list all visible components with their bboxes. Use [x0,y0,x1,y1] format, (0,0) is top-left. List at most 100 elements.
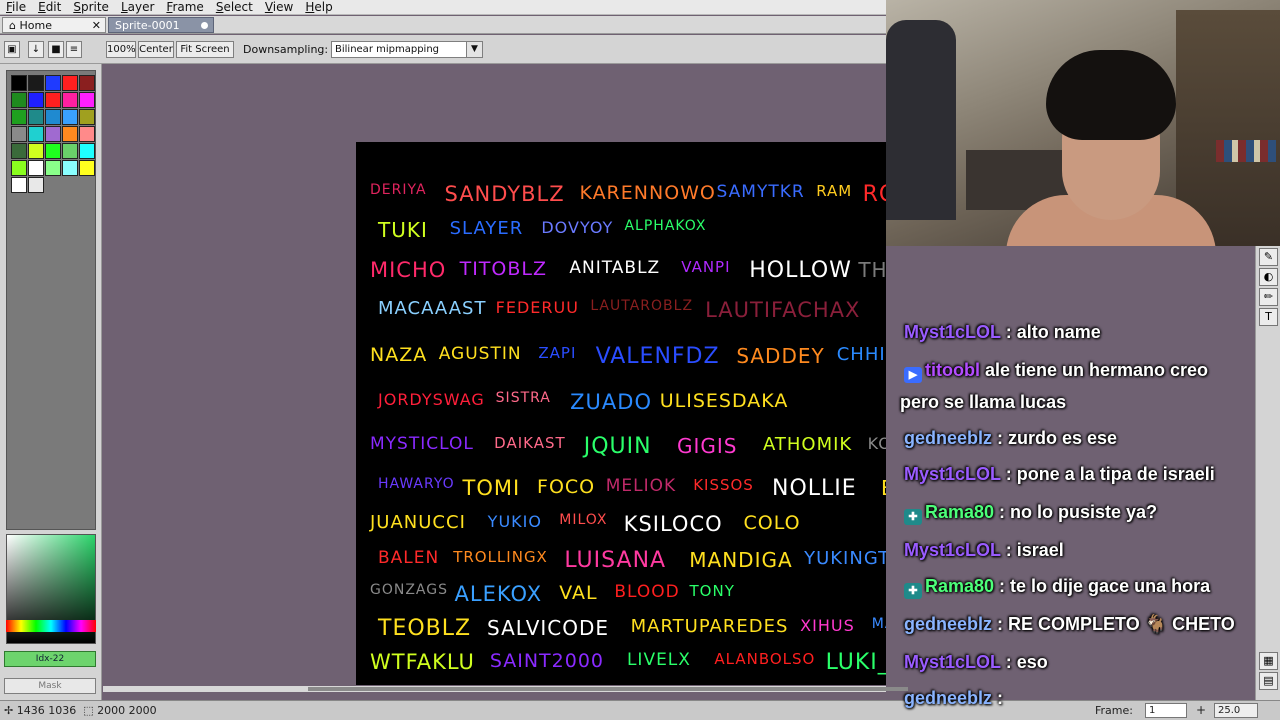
download-icon[interactable]: ↓ [28,41,44,58]
add-frame-icon[interactable]: + [1196,703,1206,717]
chat-username[interactable]: Myst1cLOL [904,540,1001,560]
palette-swatch[interactable] [28,92,44,108]
canvas-name-text: KARENNOWO [579,182,716,204]
menu-help[interactable]: Help [299,0,338,14]
canvas-name-text: LUKI_KLK [825,650,886,675]
palette-swatch[interactable] [79,143,95,159]
hue-slider[interactable] [6,620,96,632]
palette-swatch[interactable] [11,160,27,176]
chat-message: Myst1cLOL : alto name [904,322,1101,343]
tab-home[interactable]: ⌂ Home ✕ [2,17,106,33]
chat-message: Myst1cLOL : pone a la tipa de israeli [904,464,1215,485]
chat-username[interactable]: gedneeblz [904,688,992,708]
chat-username[interactable]: Myst1cLOL [904,322,1001,342]
canvas-name-text: BLOOD [614,582,680,602]
chat-username[interactable]: Rama80 [925,576,994,596]
chat-username[interactable]: Myst1cLOL [904,652,1001,672]
zoom-field[interactable]: 25.0 [1214,703,1258,718]
palette-swatch[interactable] [11,92,27,108]
stop-icon[interactable]: ■ [48,41,64,58]
palette-swatch[interactable] [79,109,95,125]
palette-swatch[interactable] [45,160,61,176]
close-icon[interactable]: ✕ [92,18,101,34]
menu-edit[interactable]: Edit [32,0,67,14]
chat-username[interactable]: gedneeblz [904,428,992,448]
canvas-name-text: TOMI [462,476,521,500]
palette-swatch[interactable] [45,109,61,125]
palette-swatch[interactable] [79,92,95,108]
center-button[interactable]: Center [138,41,174,58]
palette-swatch[interactable] [28,109,44,125]
lock-icon[interactable]: ▣ [4,41,20,58]
color-index-field[interactable]: Idx-22 [4,651,96,667]
sprite-canvas[interactable]: DERIYA SANDYBLZ KARENNOWOSAMYTKR RAM ROBERJO… [356,142,886,685]
palette-swatch[interactable] [45,75,61,91]
frame-input[interactable]: 1 [1145,703,1187,718]
workspace[interactable]: DERIYA SANDYBLZ KARENNOWOSAMYTKR RAM ROBERJO… [103,65,886,685]
palette-swatch[interactable] [28,75,44,91]
canvas-name-text: SLAYER [449,218,524,239]
fill-icon[interactable]: ◐ [1259,268,1278,286]
fit-screen-button[interactable]: Fit Screen [176,41,234,58]
palette-swatch[interactable] [62,75,78,91]
palette-swatch[interactable] [11,109,27,125]
palette-swatch[interactable] [62,160,78,176]
palette-swatch[interactable] [11,126,27,142]
chat-text: : te lo dije gace una hora [994,576,1211,596]
palette-swatch[interactable] [45,143,61,159]
downsampling-select[interactable]: Bilinear mipmapping ▼ [331,41,483,58]
palette-swatch[interactable] [28,160,44,176]
palette-swatch[interactable] [28,126,44,142]
palette-swatch[interactable] [28,177,44,193]
canvas-name-text: SANDYBLZ [444,182,565,206]
palette-swatch[interactable] [62,92,78,108]
menu-layer[interactable]: Layer [115,0,160,14]
palette-swatch[interactable] [11,75,27,91]
palette-swatch[interactable] [79,126,95,142]
canvas-name-text: THIAGOOM [858,258,886,282]
tab-sprite[interactable]: Sprite-0001 [108,17,214,33]
canvas-name-text: MARTUPAREDES [630,616,789,637]
scrollbar-thumb[interactable] [308,687,908,691]
palette-swatch[interactable] [79,75,95,91]
canvas-name-text: SAMYTKR [716,182,805,202]
chat-message: ✚ Rama80 : te lo dije gace una hora [904,576,1210,599]
chevron-down-icon[interactable]: ▼ [466,42,482,57]
zoom-100-button[interactable]: 100% [106,41,136,58]
palette-swatch[interactable] [11,177,27,193]
canvas-name-text: RAM [816,182,853,200]
palette-swatch[interactable] [79,160,95,176]
eyedropper-icon[interactable]: ✎ [1259,248,1278,266]
horizontal-scrollbar[interactable] [103,686,908,692]
menu-select[interactable]: Select [210,0,259,14]
chat-username[interactable]: Rama80 [925,502,994,522]
menu-frame[interactable]: Frame [160,0,209,14]
palette-swatch[interactable] [11,143,27,159]
grid-icon[interactable]: ▦ [1259,652,1278,670]
palette-swatch[interactable] [62,109,78,125]
palette-swatch[interactable] [28,143,44,159]
canvas-name-text: AGUSTIN [438,344,522,364]
menu-sprite[interactable]: Sprite [67,0,115,14]
chat-username[interactable]: titoobl [925,360,980,380]
chat-username[interactable]: gedneeblz [904,614,992,634]
canvas-name-text: VALENFDZ [595,344,720,369]
canvas-name-text: SAINT2000 [489,650,605,672]
canvas-name-text: SALVICODE [487,616,610,640]
menu-view[interactable]: View [259,0,299,14]
menu-file[interactable]: File [0,0,32,14]
palette-swatch[interactable] [45,126,61,142]
chat-text: : RE COMPLETO 🐐 CHETO [992,614,1235,634]
mask-field[interactable]: Mask [4,678,96,694]
timeline-icon[interactable]: ▤ [1259,672,1278,690]
chat-username[interactable]: Myst1cLOL [904,464,1001,484]
menu-lines-icon[interactable]: ≡ [66,41,82,58]
palette-swatch[interactable] [62,143,78,159]
palette-swatch[interactable] [45,92,61,108]
canvas-name-text: MILOX [559,512,608,528]
text-tool-icon[interactable]: T [1259,308,1278,326]
unsaved-dot-icon[interactable] [201,22,208,29]
palette-swatch[interactable] [62,126,78,142]
pencil-icon[interactable]: ✏ [1259,288,1278,306]
canvas-name-text: MATEOGAMERE [871,616,886,632]
